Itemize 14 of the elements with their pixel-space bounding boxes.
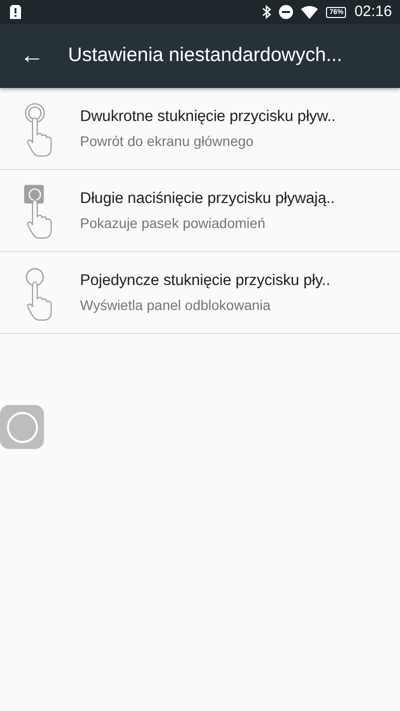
item-subtitle: Pokazuje pasek powiadomień [80,214,266,234]
alert-icon [10,5,21,19]
item-title: Pojedyncze stuknięcie przycisku pły.. [80,270,330,291]
do-not-disturb-icon [279,5,294,19]
item-title: Długie naciśnięcie przycisku pływają.. [80,188,335,209]
item-subtitle: Powrót do ekranu głównego [80,132,255,152]
wifi-icon [301,6,318,18]
toolbar-title: Ustawienia niestandardowych... [68,43,342,68]
floating-button[interactable] [0,405,44,449]
back-button[interactable]: ← [20,44,44,68]
clock-time: 02:16 [354,2,392,22]
item-title: Dwukrotne stuknięcie przycisku pływ.. [80,106,336,127]
bluetooth-icon [262,5,272,19]
item-subtitle: Wyświetla panel odblokowania [80,296,272,316]
